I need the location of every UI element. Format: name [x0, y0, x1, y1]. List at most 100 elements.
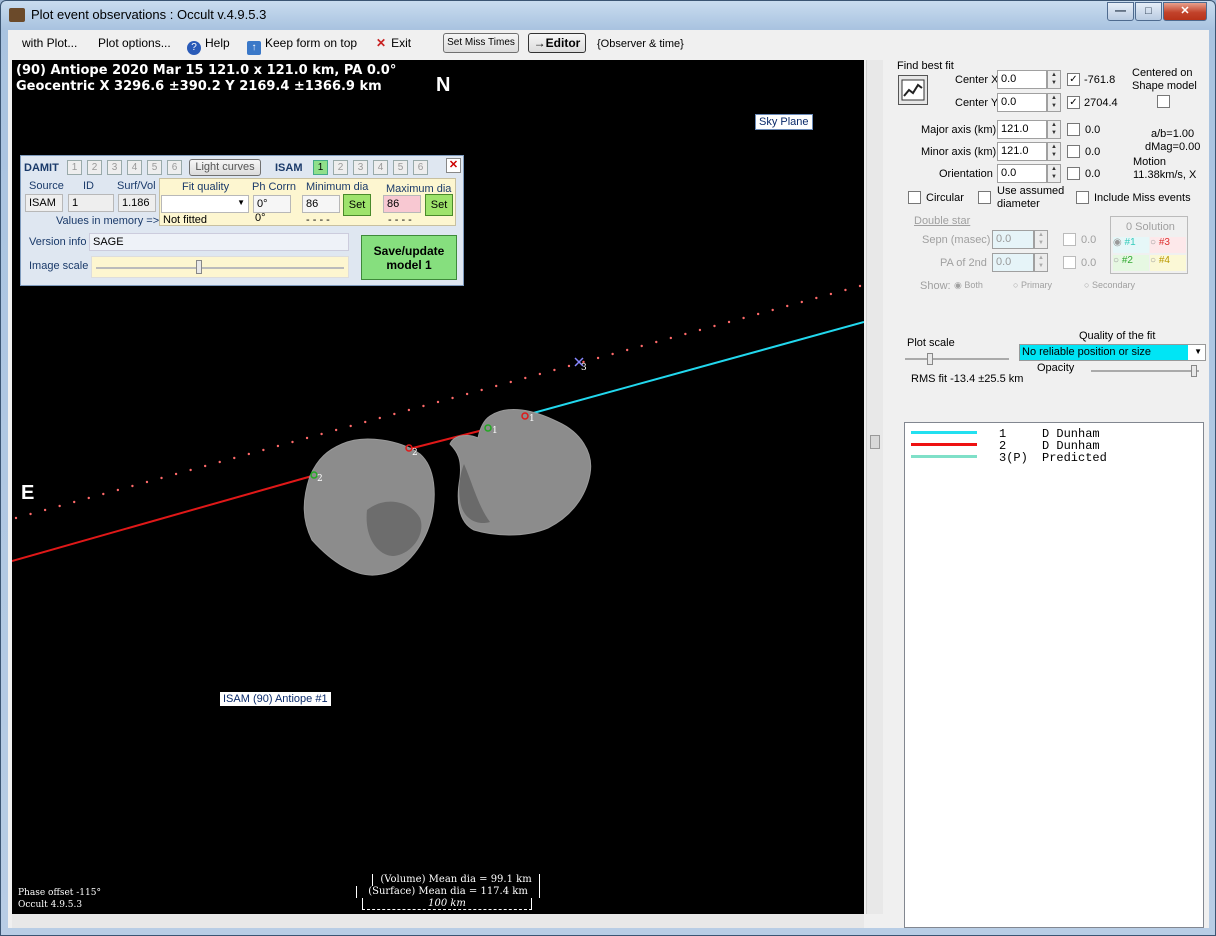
isam-6-button[interactable]: 6 — [413, 160, 428, 175]
col-id: ID — [83, 180, 94, 192]
observer-legend: 1 D Dunham 2 D Dunham 3(P) Predicted — [904, 422, 1204, 928]
predicted-path-dot — [29, 512, 32, 516]
predicted-path-dot — [538, 372, 542, 376]
opacity-slider[interactable] — [1091, 365, 1199, 377]
major-axis-spinner[interactable]: ▲ ▼ — [1047, 120, 1061, 139]
sepn-spinner[interactable]: ▲ ▼ — [1034, 230, 1048, 249]
set-miss-times-button[interactable]: Set Miss Times — [443, 33, 519, 53]
quality-of-fit-select[interactable]: No reliable position or size ▼ — [1019, 344, 1206, 361]
damit-5-button[interactable]: 5 — [147, 160, 162, 175]
center-x-checkbox[interactable]: ✓ — [1067, 73, 1080, 86]
minor-axis-checkbox[interactable] — [1067, 145, 1080, 158]
surf-vol-field[interactable]: 1.186 — [118, 194, 156, 212]
solution-1-option[interactable]: ◉ #1 — [1113, 237, 1149, 253]
vertical-scroll-thumb[interactable] — [870, 435, 880, 449]
minor-axis-spinner[interactable]: ▲ ▼ — [1047, 142, 1061, 161]
close-window-button[interactable]: ✕ — [1163, 2, 1207, 21]
observer-time-label[interactable]: {Observer & time} — [597, 38, 684, 50]
plot-canvas[interactable]: (90) Antiope 2020 Mar 15 121.0 x 121.0 k… — [12, 60, 864, 914]
orientation-spinner[interactable]: ▲ ▼ — [1047, 164, 1061, 183]
show-both-option[interactable]: ◉ Both — [954, 280, 983, 291]
menu-help[interactable]: ? Help — [187, 36, 230, 55]
plot-horizontal-scrollbar[interactable] — [12, 914, 864, 928]
minimize-button[interactable]: — — [1107, 2, 1134, 21]
predicted-path-dot — [611, 352, 614, 356]
orientation-field[interactable]: 0.0 — [997, 164, 1047, 183]
max-dia-field[interactable]: 86 — [383, 195, 421, 213]
plot-scale-slider[interactable] — [905, 353, 1009, 365]
id-field[interactable]: 1 — [68, 194, 114, 212]
predicted-path-dot — [800, 300, 803, 304]
solution-4-option[interactable]: ○ #4 — [1150, 255, 1186, 271]
image-scale-thumb[interactable] — [196, 260, 202, 274]
menu-exit[interactable]: ✕ Exit — [376, 36, 411, 50]
damit-2-button[interactable]: 2 — [87, 160, 102, 175]
predicted-path-dot — [829, 292, 833, 296]
find-best-fit-button[interactable] — [898, 75, 928, 105]
save-update-model-button[interactable]: Save/update model 1 — [361, 235, 457, 280]
predicted-path-dot — [58, 504, 61, 508]
show-secondary-option[interactable]: ○ Secondary — [1084, 280, 1135, 290]
predicted-path-dot — [625, 348, 629, 352]
menu-plot-options[interactable]: Plot options... — [98, 36, 171, 50]
center-y-fit-value: 2704.4 — [1084, 97, 1118, 109]
center-x-label: Center X — [955, 74, 999, 86]
pa2-spinner[interactable]: ▲ ▼ — [1034, 253, 1048, 272]
major-axis-checkbox[interactable] — [1067, 123, 1080, 136]
solution-3-option[interactable]: ○ #3 — [1150, 237, 1186, 253]
plot-vertical-scrollbar[interactable] — [866, 60, 883, 914]
ab-ratio-label: a/b=1.00 — [1151, 128, 1195, 140]
isam-2-button[interactable]: 2 — [333, 160, 348, 175]
menu-with-plot[interactable]: with Plot... — [22, 36, 77, 50]
menu-keep-on-top[interactable]: ↑ Keep form on top — [247, 36, 357, 55]
centered-on-label: Centered on — [1132, 67, 1193, 79]
predicted-path-dot — [189, 468, 192, 472]
opacity-thumb[interactable] — [1191, 365, 1197, 377]
orientation-checkbox[interactable] — [1067, 167, 1080, 180]
center-x-field[interactable]: 0.0 — [997, 70, 1047, 89]
image-scale-slider[interactable] — [91, 256, 349, 278]
isam-4-button[interactable]: 4 — [373, 160, 388, 175]
ph-corrn-field[interactable]: 0° — [253, 195, 291, 213]
minor-axis-field[interactable]: 121.0 — [997, 142, 1047, 161]
isam-1-button[interactable]: 1 — [313, 160, 328, 175]
version-info-field[interactable]: SAGE — [89, 233, 349, 251]
isam-5-button[interactable]: 5 — [393, 160, 408, 175]
editor-close-button[interactable]: ✕ — [446, 158, 461, 173]
app-icon — [9, 8, 25, 22]
centered-on-shape-checkbox[interactable] — [1157, 95, 1170, 108]
circular-checkbox[interactable] — [908, 191, 921, 204]
editor-button[interactable]: →Editor — [528, 33, 586, 53]
damit-1-button[interactable]: 1 — [67, 160, 82, 175]
solution-3-label: #3 — [1158, 237, 1170, 248]
min-dia-field[interactable]: 86 — [302, 195, 340, 213]
pa2-checkbox[interactable] — [1063, 256, 1076, 269]
predicted-path-dot — [334, 428, 338, 432]
major-axis-field[interactable]: 121.0 — [997, 120, 1047, 139]
use-assumed-diameter-checkbox[interactable] — [978, 191, 991, 204]
damit-3-button[interactable]: 3 — [107, 160, 122, 175]
maximize-button[interactable]: □ — [1135, 2, 1162, 21]
isam-3-button[interactable]: 3 — [353, 160, 368, 175]
plot-scale-thumb[interactable] — [927, 353, 933, 365]
center-y-field[interactable]: 0.0 — [997, 93, 1047, 112]
title-bar[interactable]: Plot event observations : Occult v.4.9.5… — [1, 1, 1215, 29]
center-y-checkbox[interactable]: ✓ — [1067, 96, 1080, 109]
scale-surface: (Surface) Mean dia = 117.4 km — [356, 886, 540, 898]
source-field[interactable]: ISAM — [25, 194, 63, 212]
show-primary-option[interactable]: ○ Primary — [1013, 280, 1052, 290]
include-miss-checkbox[interactable] — [1076, 191, 1089, 204]
center-x-spinner[interactable]: ▲ ▼ — [1047, 70, 1061, 89]
pa2-field[interactable]: 0.0 — [992, 253, 1034, 272]
set-max-dia-button[interactable]: Set — [425, 194, 453, 216]
light-curves-button[interactable]: Light curves — [189, 159, 261, 176]
scale-volume: (Volume) Mean dia = 99.1 km — [372, 874, 540, 886]
damit-6-button[interactable]: 6 — [167, 160, 182, 175]
solution-2-option[interactable]: ○ #2 — [1113, 255, 1149, 271]
sepn-checkbox[interactable] — [1063, 233, 1076, 246]
fit-quality-select[interactable]: ▼ — [161, 195, 249, 213]
sepn-field[interactable]: 0.0 — [992, 230, 1034, 249]
damit-4-button[interactable]: 4 — [127, 160, 142, 175]
set-min-dia-button[interactable]: Set — [343, 194, 371, 216]
center-y-spinner[interactable]: ▲ ▼ — [1047, 93, 1061, 112]
